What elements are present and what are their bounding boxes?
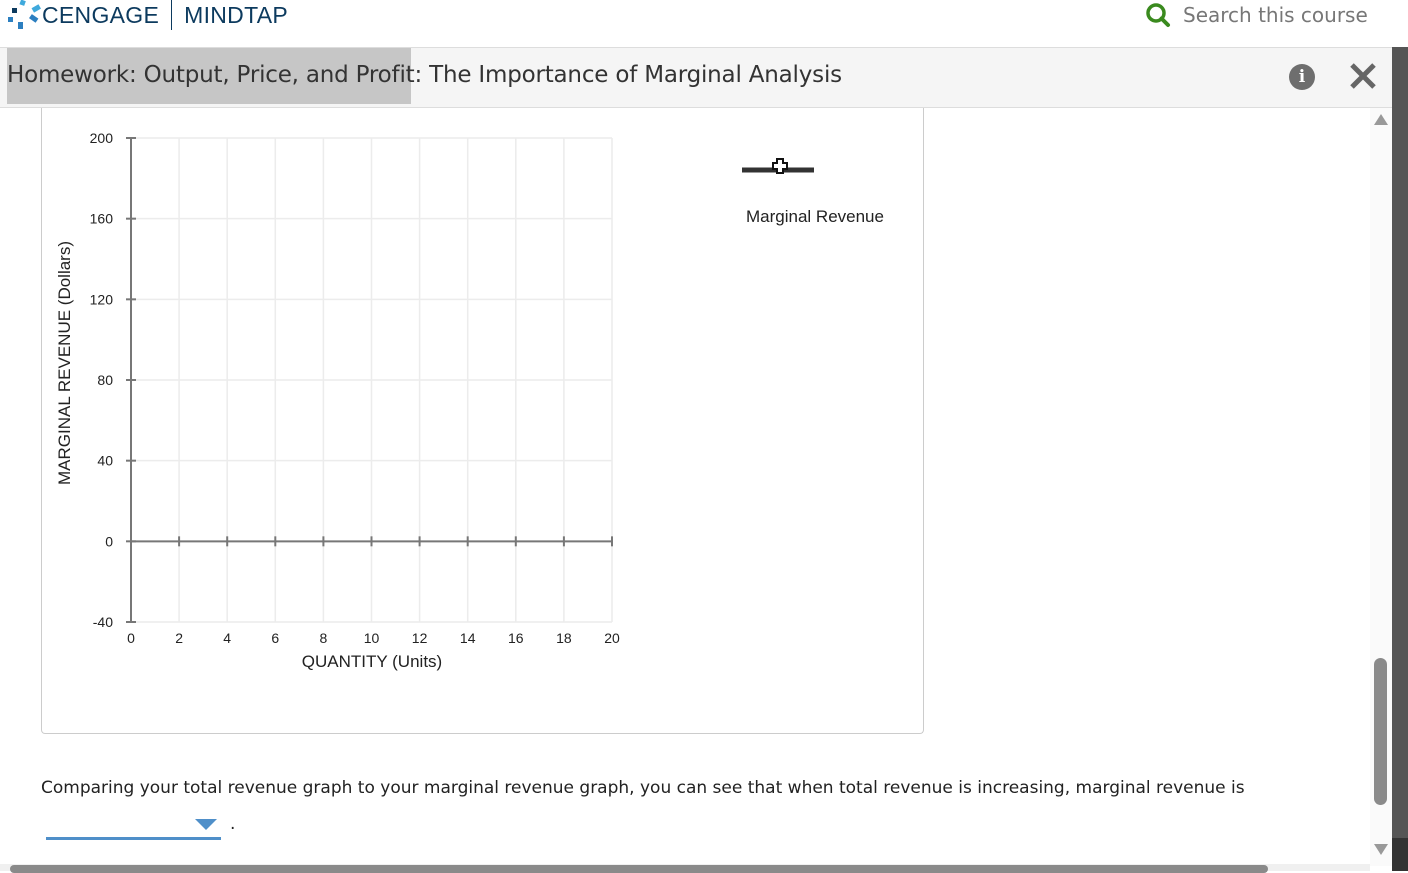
- x-tick-label: 8: [320, 630, 328, 646]
- scroll-down-icon[interactable]: [1374, 844, 1388, 855]
- vertical-scrollbar[interactable]: [1370, 108, 1392, 866]
- marginal-revenue-chart[interactable]: 200 160 120 80 40 0 -40 0 2 4 6 8 10 12 14 16 18 20 MARGI…: [42, 108, 923, 733]
- info-button[interactable]: i: [1289, 64, 1315, 90]
- legend-marginal-revenue-tool[interactable]: [742, 158, 814, 174]
- brand-mindtap: MINDTAP: [184, 1, 289, 28]
- x-tick-label: 16: [508, 630, 524, 646]
- scroll-up-icon[interactable]: [1374, 114, 1388, 125]
- content-area: 200 160 120 80 40 0 -40 0 2 4 6 8 10 12 14 16 18 20 MARGI…: [0, 108, 1370, 866]
- page-title: Homework: Output, Price, and Profit: The…: [7, 62, 842, 88]
- cengage-logo-icon: [8, 0, 41, 29]
- x-tick-label: 2: [175, 630, 183, 646]
- side-panel-edge-bottom: [1392, 838, 1408, 871]
- x-tick-label: 18: [556, 630, 572, 646]
- vertical-scroll-thumb[interactable]: [1374, 658, 1387, 805]
- search-course[interactable]: Search this course: [1145, 2, 1368, 28]
- brand-cengage: CENGAGE: [42, 1, 160, 28]
- y-tick-label: 120: [90, 291, 114, 307]
- y-tick-label: -40: [93, 614, 113, 630]
- graph-panel: 200 160 120 80 40 0 -40 0 2 4 6 8 10 12 14 16 18 20 MARGI…: [41, 108, 924, 734]
- x-tick-label: 4: [223, 630, 231, 646]
- search-input[interactable]: Search this course: [1183, 3, 1368, 27]
- close-icon: [1350, 63, 1376, 89]
- activity-title-bar: Homework: Output, Price, and Profit: The…: [0, 48, 1392, 108]
- y-tick-label: 200: [90, 130, 114, 146]
- legend-label: Marginal Revenue: [746, 207, 884, 226]
- y-tick-label: 80: [97, 372, 113, 388]
- brand-divider: [171, 0, 173, 30]
- x-tick-label: 0: [127, 630, 135, 646]
- x-tick-label: 6: [271, 630, 279, 646]
- side-panel-edge: [1392, 47, 1408, 871]
- answer-dropdown[interactable]: [46, 811, 221, 840]
- y-tick-label: 0: [105, 533, 113, 549]
- x-axis-label: QUANTITY (Units): [302, 652, 442, 671]
- top-bar: CENGAGE MINDTAP Search this course: [0, 0, 1392, 48]
- close-button[interactable]: [1348, 60, 1378, 92]
- chevron-down-icon: [195, 819, 217, 830]
- x-tick-label: 20: [604, 630, 620, 646]
- y-tick-label: 160: [90, 211, 114, 227]
- horizontal-scrollbar[interactable]: [0, 864, 1370, 873]
- sentence-period: .: [230, 814, 236, 834]
- chart-ticks: 200 160 120 80 40 0 -40 0 2 4 6 8 10 12 14 16 18 20: [90, 130, 620, 646]
- y-tick-label: 40: [97, 453, 113, 469]
- horizontal-scroll-thumb[interactable]: [10, 865, 1268, 873]
- y-axis-label: MARGINAL REVENUE (Dollars): [55, 241, 74, 485]
- x-tick-label: 12: [412, 630, 428, 646]
- x-tick-label: 14: [460, 630, 476, 646]
- x-tick-label: 10: [364, 630, 380, 646]
- search-icon: [1146, 3, 1170, 27]
- question-text: Comparing your total revenue graph to yo…: [41, 778, 1245, 798]
- brand-logo[interactable]: CENGAGE MINDTAP: [6, 0, 288, 30]
- info-icon: i: [1298, 67, 1306, 87]
- chart-grid: [131, 137, 613, 623]
